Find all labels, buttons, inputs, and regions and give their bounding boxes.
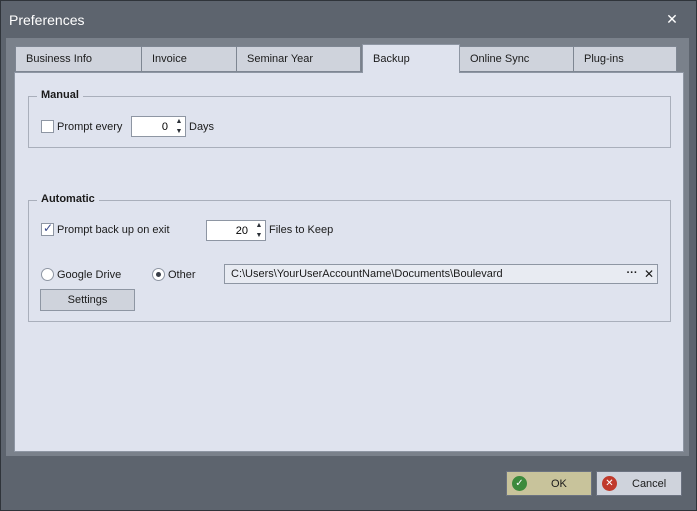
automatic-groupbox: Automatic ✓ Prompt back up on exit ▲ ▼ F… [28, 193, 671, 322]
backup-path-input[interactable] [229, 266, 619, 282]
prompt-on-exit-checkbox[interactable]: ✓ [41, 221, 54, 236]
clear-path-icon[interactable]: ✕ [642, 266, 656, 282]
browse-ellipsis-icon[interactable]: ··· [625, 266, 639, 282]
tab-plug-ins[interactable]: Plug-ins [573, 46, 677, 72]
tab-seminar-year[interactable]: Seminar Year [236, 46, 361, 72]
manual-groupbox: Manual Prompt every ▲ ▼ Days [28, 89, 671, 148]
tab-label: Backup [373, 53, 410, 65]
cancel-label: Cancel [632, 478, 667, 490]
check-circle-icon: ✓ [512, 476, 527, 491]
prompt-every-stepper[interactable]: ▲ ▼ [131, 116, 186, 137]
prompt-on-exit-label: Prompt back up on exit [57, 224, 170, 236]
files-to-keep-label: Files to Keep [269, 224, 334, 236]
stepper-up-icon[interactable]: ▲ [253, 221, 265, 230]
tab-label: Invoice [152, 53, 187, 65]
other-radio[interactable] [152, 268, 165, 281]
stepper-down-icon[interactable]: ▼ [173, 127, 185, 136]
tab-label: Plug-ins [584, 53, 624, 65]
manual-group-title: Manual [37, 89, 83, 101]
tab-label: Business Info [26, 53, 93, 65]
backup-tab-panel: Manual Prompt every ▲ ▼ Days Automatic ✓… [14, 72, 684, 452]
title-bar: Preferences ✕ [1, 1, 696, 39]
google-drive-label: Google Drive [57, 269, 122, 281]
radio-selected-dot [156, 272, 161, 277]
tab-business-info[interactable]: Business Info [15, 46, 142, 72]
tab-online-sync[interactable]: Online Sync [459, 46, 574, 72]
prompt-every-label: Prompt every [57, 121, 123, 133]
tab-backup[interactable]: Backup [362, 44, 460, 73]
stepper-buttons: ▲ ▼ [253, 221, 265, 240]
settings-button[interactable]: Settings [40, 289, 135, 311]
files-to-keep-input[interactable] [207, 221, 252, 240]
ok-label: OK [551, 478, 567, 490]
tab-invoice[interactable]: Invoice [141, 46, 237, 72]
cancel-button[interactable]: ✕ Cancel [596, 471, 682, 496]
stepper-up-icon[interactable]: ▲ [173, 117, 185, 126]
stepper-buttons: ▲ ▼ [173, 117, 185, 136]
checkmark-icon: ✓ [43, 221, 54, 235]
days-label: Days [189, 121, 215, 133]
stepper-down-icon[interactable]: ▼ [253, 231, 265, 240]
window-title: Preferences [9, 12, 85, 28]
x-circle-icon: ✕ [602, 476, 617, 491]
google-drive-radio[interactable] [41, 268, 54, 281]
ok-button[interactable]: ✓ OK [506, 471, 592, 496]
files-to-keep-stepper[interactable]: ▲ ▼ [206, 220, 266, 241]
prompt-every-input[interactable] [132, 117, 172, 136]
tab-label: Online Sync [470, 53, 530, 65]
other-label: Other [168, 269, 196, 281]
backup-path-field[interactable]: ··· ✕ [224, 264, 658, 284]
prompt-every-checkbox[interactable] [41, 120, 54, 133]
tab-label: Seminar Year [247, 53, 314, 65]
automatic-group-title: Automatic [37, 193, 99, 205]
close-icon[interactable]: ✕ [664, 11, 680, 27]
